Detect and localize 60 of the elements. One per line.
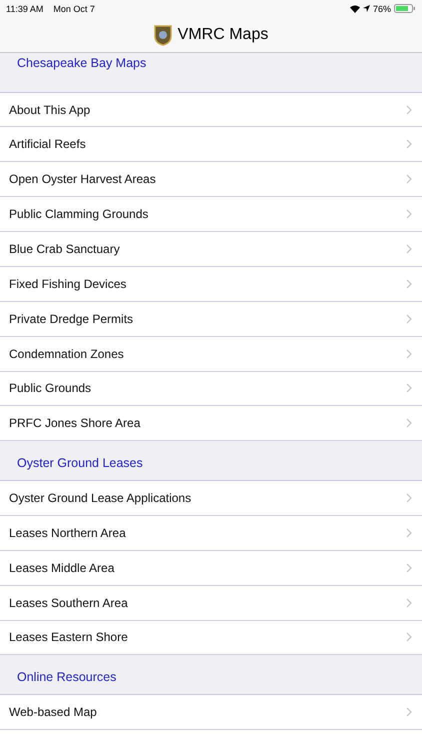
row-label: Public Grounds: [9, 381, 92, 396]
list-row[interactable]: Fixed Fishing Devices: [0, 266, 422, 302]
row-label: Oyster Ground Lease Applications: [9, 491, 192, 505]
chevron-icon: [406, 174, 412, 184]
list-row[interactable]: [0, 730, 422, 750]
list-row[interactable]: Condemnation Zones: [0, 336, 422, 372]
row-label: Condemnation Zones: [9, 346, 124, 361]
row-label: Open Oyster Harvest Areas: [9, 172, 156, 186]
row-label: PRFC Jones Shore Area: [9, 416, 140, 430]
section-title: Online Resources: [17, 670, 116, 684]
list-row[interactable]: Public Grounds: [0, 372, 422, 406]
chevron-icon: [406, 139, 412, 150]
chevron-icon: [406, 104, 412, 115]
chevron-icon: [406, 348, 412, 359]
list-row[interactable]: Oyster Ground Lease Applications: [0, 481, 422, 516]
chevron-icon: [406, 632, 412, 642]
battery-icon: [394, 4, 416, 14]
list-row[interactable]: About This App: [0, 92, 422, 128]
chevron-icon: [406, 707, 412, 718]
list-row[interactable]: Private Dredge Permits: [0, 302, 422, 337]
chevron-icon: [406, 278, 412, 289]
list-row[interactable]: Open Oyster Harvest Areas: [0, 162, 422, 198]
chevron-icon: [406, 528, 412, 538]
chevron-icon: [406, 493, 412, 503]
list-row[interactable]: Blue Crab Sanctuary: [0, 232, 422, 267]
list-row[interactable]: Leases Northern Area: [0, 516, 422, 551]
row-label: Public Clamming Grounds: [9, 207, 148, 222]
list-row[interactable]: PRFC Jones Shore Area: [0, 406, 422, 442]
list-row[interactable]: Artificial Reefs: [0, 127, 422, 162]
row-label: Leases Southern Area: [9, 596, 128, 610]
chevron-icon: [406, 383, 412, 394]
wifi-icon: [350, 4, 360, 13]
chevron-icon: [406, 244, 412, 254]
row-label: Leases Eastern Shore: [9, 630, 128, 644]
status-time: 11:39 AM: [6, 4, 44, 14]
list-row[interactable]: Web-based Map: [0, 695, 422, 730]
row-label: Private Dredge Permits: [9, 312, 134, 326]
row-label: Fixed Fishing Devices: [9, 276, 126, 291]
row-label: Leases Northern Area: [9, 526, 126, 540]
chevron-icon: [406, 562, 412, 573]
nav-title: VMRC Maps: [178, 26, 268, 44]
row-label: Blue Crab Sanctuary: [9, 242, 120, 256]
row-label: About This App: [9, 102, 90, 117]
shield-logo-icon: [154, 24, 172, 46]
list-row[interactable]: Leases Middle Area: [0, 550, 422, 586]
location-icon: [362, 5, 370, 12]
chevron-icon: [406, 598, 412, 608]
list-row[interactable]: Public Clamming Grounds: [0, 197, 422, 232]
chevron-icon: [406, 418, 412, 428]
battery-percent: 76%: [372, 4, 391, 14]
list-row[interactable]: Leases Southern Area: [0, 586, 422, 621]
status-date: Mon Oct 7: [53, 4, 95, 14]
section-title: Oyster Ground Leases: [17, 456, 143, 470]
row-label: Leases Middle Area: [9, 560, 114, 575]
section-title: Chesapeake Bay Maps: [17, 56, 146, 70]
list-row[interactable]: Leases Eastern Shore: [0, 620, 422, 656]
chevron-icon: [406, 209, 412, 220]
chevron-icon: [406, 314, 412, 324]
row-label: Web-based Map: [9, 705, 97, 720]
row-label: Artificial Reefs: [9, 137, 86, 152]
